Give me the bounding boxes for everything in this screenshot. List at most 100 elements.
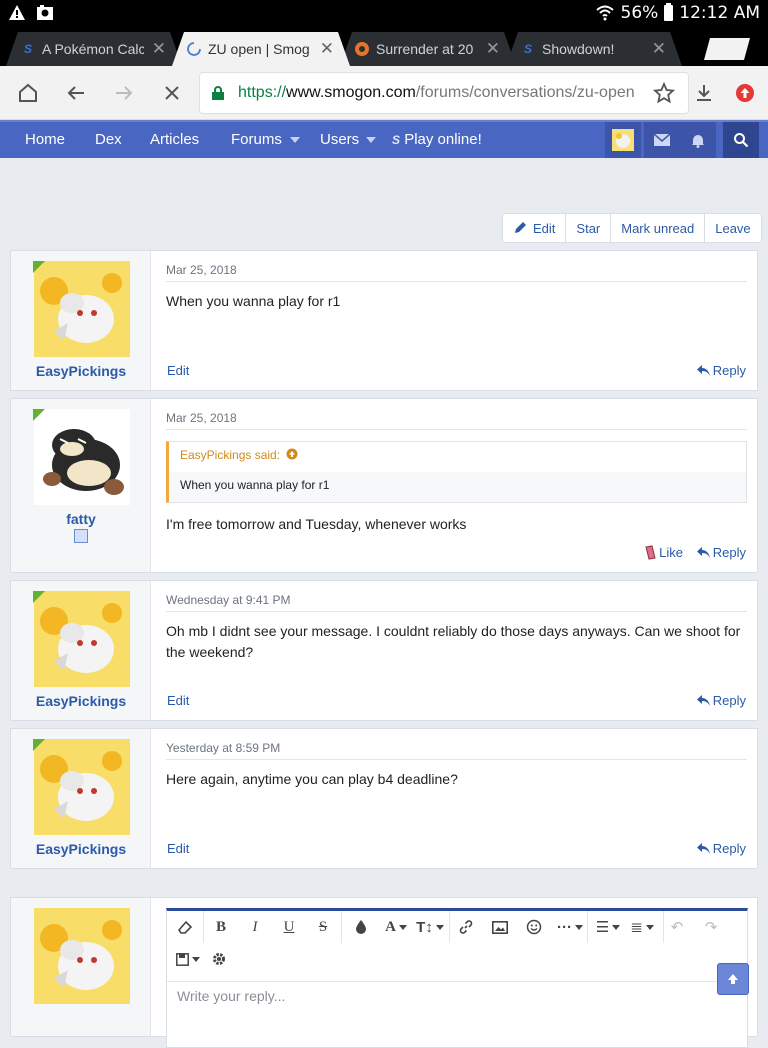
leave-conversation-button[interactable]: Leave [704, 214, 760, 242]
font-family-icon[interactable]: A [381, 915, 411, 939]
editor-divider [167, 981, 747, 982]
avatar[interactable] [34, 908, 130, 1004]
nav-home[interactable]: Home [25, 131, 65, 148]
edit-label: Edit [533, 220, 556, 236]
quote-header[interactable]: EasyPickings said: [169, 442, 746, 472]
home-button[interactable] [15, 80, 41, 106]
stop-button[interactable] [159, 80, 185, 106]
online-indicator [33, 409, 45, 421]
avatar[interactable] [34, 739, 130, 835]
avatar[interactable] [34, 261, 130, 357]
reply-input[interactable]: Write your reply... [177, 988, 285, 1004]
reply-label: Reply [712, 545, 746, 560]
nav-users[interactable]: Users [320, 131, 359, 148]
new-tab-button[interactable] [704, 38, 750, 60]
star-conversation-button[interactable]: Star [565, 214, 610, 242]
username[interactable]: EasyPickings [11, 693, 151, 709]
tab-zu-open[interactable]: ZU open | Smogon ✕ [172, 32, 350, 66]
conversation-actions: Edit Star Mark unread Leave [502, 213, 762, 243]
edit-button[interactable]: Edit [167, 363, 189, 378]
reply-button[interactable]: Reply [696, 545, 746, 560]
download-button[interactable] [691, 80, 717, 106]
reply-button[interactable]: Reply [696, 841, 746, 856]
nav-forums[interactable]: Forums [231, 131, 282, 148]
tab-surrender[interactable]: Surrender at 20 ✕ [340, 32, 516, 66]
envelope-icon[interactable] [644, 122, 680, 158]
save-draft-icon[interactable] [173, 947, 203, 971]
like-label: Like [659, 545, 683, 560]
bold-icon[interactable]: B [209, 915, 233, 939]
quote-author: EasyPickings said: [180, 448, 281, 462]
username[interactable]: fatty [11, 511, 151, 527]
close-icon[interactable]: ✕ [652, 39, 666, 59]
message-date[interactable]: Mar 25, 2018 [166, 411, 747, 430]
link-icon[interactable] [454, 915, 478, 939]
close-icon[interactable]: ✕ [486, 39, 500, 59]
edit-button[interactable]: Edit [167, 693, 189, 708]
update-arrow-icon [736, 84, 754, 102]
search-icon[interactable] [723, 122, 759, 158]
redo-icon[interactable]: ↷ [699, 915, 723, 939]
address-bar[interactable]: https://www.smogon.com/forums/conversati… [200, 73, 688, 113]
online-indicator [33, 739, 45, 751]
edit-button[interactable]: Edit [167, 841, 189, 856]
battery-icon [664, 3, 674, 21]
message-date[interactable]: Wednesday at 9:41 PM [166, 593, 747, 612]
site-navigation: Home Dex Articles Forums Users S Play on… [0, 120, 768, 158]
forward-button[interactable] [111, 80, 137, 106]
text-color-icon[interactable] [349, 915, 373, 939]
message-date[interactable]: Mar 25, 2018 [166, 263, 747, 282]
update-button[interactable] [732, 80, 758, 106]
scroll-to-top-button[interactable] [717, 963, 749, 995]
underline-icon[interactable]: U [277, 915, 301, 939]
close-icon[interactable]: ✕ [152, 39, 166, 59]
more-options-icon[interactable]: ··· [555, 915, 585, 939]
close-icon [165, 86, 179, 100]
username[interactable]: EasyPickings [11, 363, 151, 379]
avatar[interactable] [34, 409, 130, 505]
reply-label: Reply [712, 841, 746, 856]
surrender-icon [354, 41, 370, 57]
online-indicator [33, 261, 45, 273]
italic-icon[interactable]: I [243, 915, 267, 939]
eraser-icon[interactable] [173, 915, 197, 939]
gear-icon[interactable] [207, 947, 231, 971]
quick-reply: B I U S A T↕ ··· ☰ ≣ ↶ ↷ Write your repl… [10, 897, 758, 1048]
wifi-icon [595, 5, 614, 21]
like-button[interactable]: Like [643, 545, 683, 560]
smiley-icon[interactable] [522, 915, 546, 939]
home-icon [19, 83, 37, 102]
nav-dex[interactable]: Dex [95, 131, 122, 148]
chevron-down-icon[interactable] [290, 137, 300, 143]
reply-label: Reply [712, 693, 746, 708]
avatar[interactable] [605, 122, 641, 158]
reply-button[interactable]: Reply [696, 363, 746, 378]
reply-button[interactable]: Reply [696, 693, 746, 708]
align-icon[interactable]: ☰ [593, 915, 623, 939]
status-bar: 56% 12:12 AM [0, 0, 768, 26]
message-date[interactable]: Yesterday at 8:59 PM [166, 741, 747, 760]
username[interactable]: EasyPickings [11, 841, 151, 857]
bookmark-button[interactable] [651, 80, 677, 106]
mark-unread-button[interactable]: Mark unread [610, 214, 704, 242]
message-body: When you wanna play for r1 [166, 293, 341, 309]
strikethrough-icon[interactable]: S [311, 915, 335, 939]
reply-user-pane [11, 898, 151, 1036]
edit-conversation-button[interactable]: Edit [503, 214, 565, 242]
message-user-pane: fatty [11, 399, 151, 572]
tab-pokemon-calc[interactable]: S A Pokémon Calc ✕ [6, 32, 182, 66]
list-icon[interactable]: ≣ [627, 915, 657, 939]
nav-play-online[interactable]: S Play online! [392, 131, 482, 148]
chevron-down-icon[interactable] [366, 137, 376, 143]
image-icon[interactable] [488, 915, 512, 939]
bell-icon[interactable] [680, 122, 716, 158]
nav-articles[interactable]: Articles [150, 131, 199, 148]
tab-showdown[interactable]: S Showdown! ✕ [506, 32, 682, 66]
font-size-icon[interactable]: T↕ [415, 915, 445, 939]
avatar[interactable] [34, 591, 130, 687]
undo-icon[interactable]: ↶ [665, 915, 689, 939]
back-button[interactable] [63, 80, 89, 106]
arrow-left-icon [67, 86, 84, 100]
star-icon [653, 82, 675, 104]
close-icon[interactable]: ✕ [320, 39, 334, 59]
